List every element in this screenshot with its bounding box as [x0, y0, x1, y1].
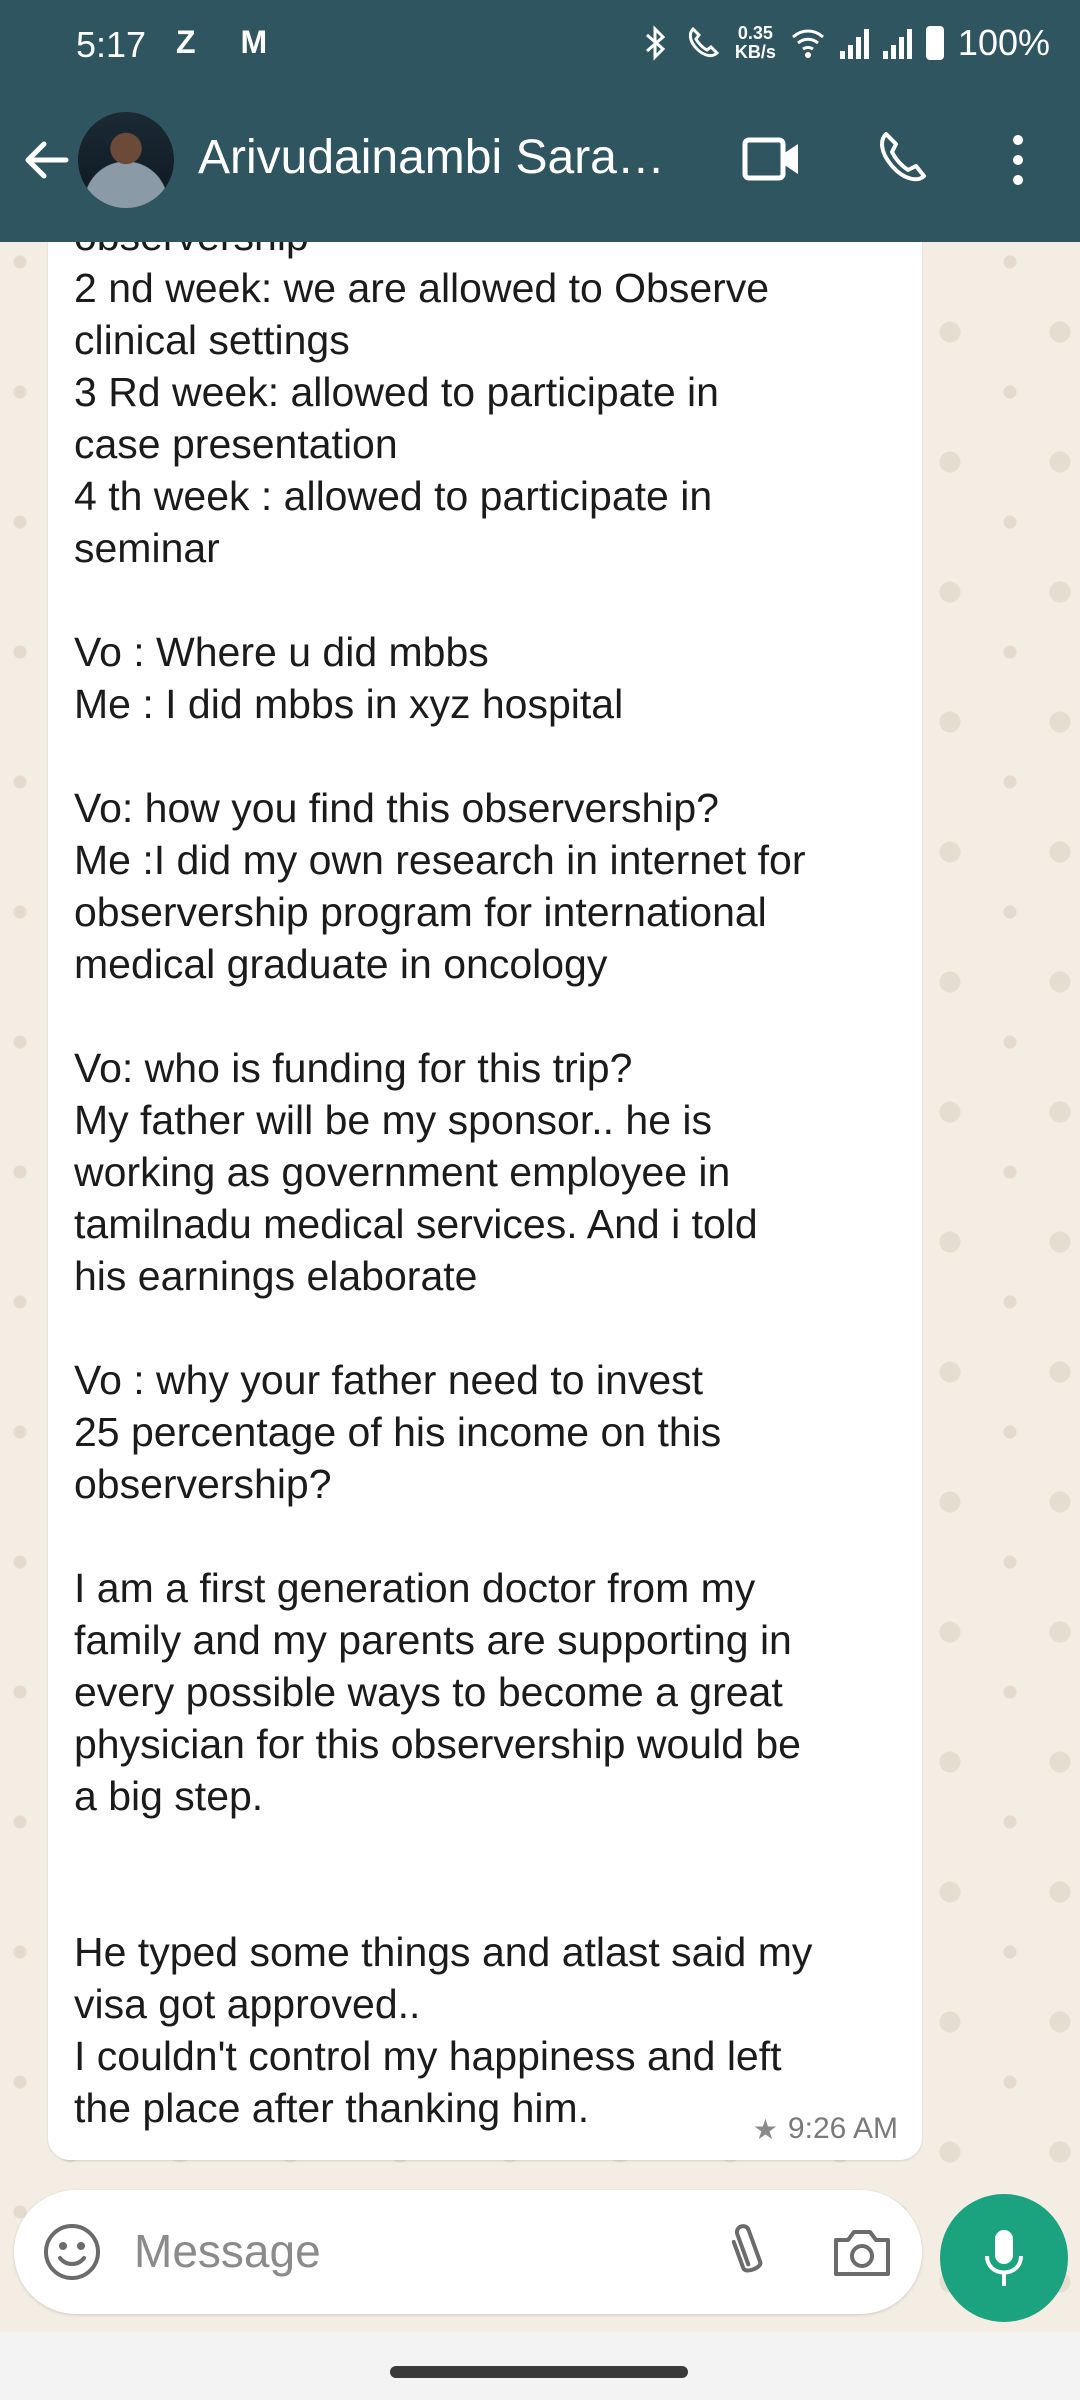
- composer: Message: [0, 2180, 1080, 2332]
- message-line: tamilnadu medical services. And i told: [74, 1201, 758, 1247]
- net-speed: 0.35 KB/s: [734, 23, 776, 62]
- microphone-icon: [985, 2230, 1023, 2286]
- message-line: He typed some things and atlast said my: [74, 1929, 813, 1975]
- message-line: clinical settings: [74, 317, 350, 363]
- message-line: Me :I did my own research in internet fo…: [74, 837, 806, 883]
- voice-call-icon[interactable]: [874, 130, 930, 186]
- message-line: medical graduate in oncology: [74, 941, 608, 987]
- message-line: 3 Rd week: allowed to participate in: [74, 369, 719, 415]
- message-input-field[interactable]: Message: [14, 2190, 922, 2314]
- message-bubble[interactable]: observership 2 nd week: we are allowed to…: [48, 242, 922, 2160]
- message-line: observership?: [74, 1461, 332, 1507]
- message-line: working as government employee in: [74, 1149, 731, 1195]
- message-line: Vo: who is funding for this trip?: [74, 1045, 633, 1091]
- message-line: Vo : why your father need to invest: [74, 1357, 704, 1403]
- star-icon: ★: [752, 2113, 778, 2145]
- video-call-icon[interactable]: [742, 134, 802, 184]
- emoji-icon[interactable]: [42, 2222, 102, 2282]
- attach-icon[interactable]: [722, 2220, 772, 2284]
- message-line: 4 th week : allowed to participate in: [74, 473, 713, 519]
- message-line: Vo : Where u did mbbs: [74, 629, 489, 675]
- wifi-calling-icon: [688, 26, 720, 58]
- more-options-icon[interactable]: [1006, 132, 1030, 188]
- message-time: 9:26 AM: [787, 2112, 898, 2145]
- system-nav-bar: [0, 2332, 1080, 2400]
- message-placeholder: Message: [134, 2225, 321, 2277]
- status-right-group: 0.35 KB/s 100%: [641, 22, 1050, 64]
- status-time: 5:17: [76, 24, 147, 65]
- mic-button[interactable]: [940, 2194, 1068, 2322]
- message-line: every possible ways to become a great: [74, 1669, 783, 1715]
- chat-area[interactable]: observership 2 nd week: we are allowed to…: [0, 242, 1080, 2332]
- message-line: 25 percentage of his income on this: [74, 1409, 722, 1455]
- message-line: his earnings elaborate: [74, 1253, 478, 1299]
- signal-icon-2: [882, 27, 912, 59]
- contact-avatar[interactable]: [78, 112, 174, 208]
- message-line: Vo: how you find this observership?: [74, 785, 719, 831]
- message-text: observership 2 nd week: we are allowed to…: [74, 242, 896, 2134]
- message-line: I couldn't control my happiness and left: [74, 2033, 782, 2079]
- message-meta: ★ 9:26 AM: [753, 2112, 898, 2146]
- wifi-icon: [791, 29, 824, 58]
- message-line: case presentation: [74, 421, 398, 467]
- message-line: visa got approved..: [74, 1981, 421, 2027]
- home-indicator[interactable]: [390, 2366, 688, 2378]
- message-line: observership program for international: [74, 889, 767, 935]
- message-line: I am a first generation doctor from my: [74, 1565, 756, 1611]
- chat-header: Arivudainambi Sara…: [0, 90, 1080, 242]
- back-arrow-icon[interactable]: [18, 130, 78, 190]
- message-line: Me : I did mbbs in xyz hospital: [74, 681, 624, 727]
- message-line: family and my parents are supporting in: [74, 1617, 792, 1663]
- camera-icon[interactable]: [832, 2224, 892, 2280]
- message-line: seminar: [74, 525, 220, 571]
- notification-icons: Z M: [176, 24, 286, 60]
- message-line: My father will be my sponsor.. he is: [74, 1097, 713, 1143]
- message-line: 2 nd week: we are allowed to Observe: [74, 265, 770, 311]
- bluetooth-icon: [645, 25, 666, 61]
- message-line: a big step.: [74, 1773, 264, 1819]
- status-bar: 5:17 Z M 0.35 KB/s 100%: [0, 0, 1080, 90]
- signal-icon-1: [839, 27, 869, 59]
- battery-icon: [925, 26, 944, 60]
- battery-level: 100%: [957, 22, 1050, 63]
- message-line: physician for this observership would be: [74, 1721, 801, 1767]
- message-line: observership: [74, 242, 896, 262]
- contact-name[interactable]: Arivudainambi Sara…: [198, 130, 688, 185]
